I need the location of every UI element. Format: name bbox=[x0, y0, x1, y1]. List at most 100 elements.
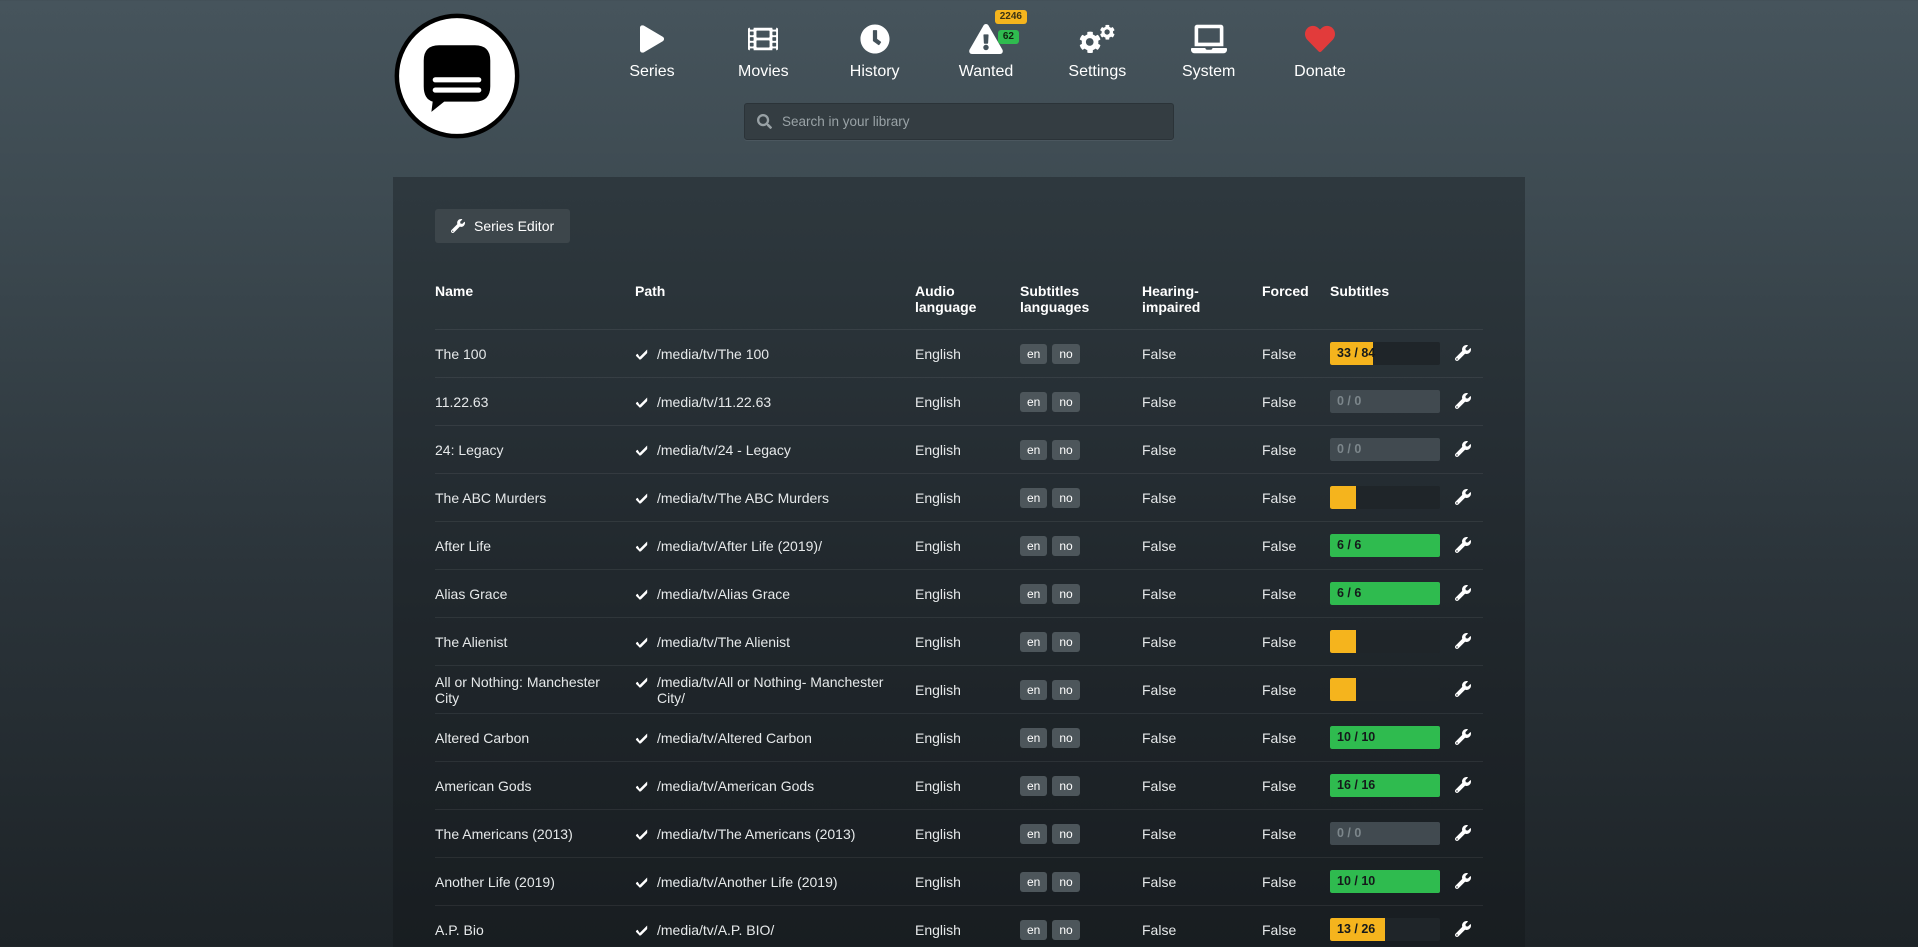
col-header-hearing-impaired: Hearing-impaired bbox=[1142, 283, 1262, 315]
hearing-impaired-value: False bbox=[1142, 778, 1262, 794]
language-badge: en bbox=[1020, 440, 1047, 460]
edit-series-button[interactable] bbox=[1453, 343, 1473, 363]
series-path: /media/tv/Altered Carbon bbox=[657, 730, 812, 746]
subtitles-progress-bar: 0 / 0 bbox=[1330, 390, 1440, 413]
wrench-icon bbox=[1455, 441, 1471, 457]
edit-series-button[interactable] bbox=[1453, 871, 1473, 891]
subtitle-languages: enno bbox=[1020, 680, 1142, 700]
wrench-icon bbox=[1455, 777, 1471, 793]
table-row: The ABC Murders /media/tv/The ABC Murder… bbox=[435, 474, 1483, 522]
forced-value: False bbox=[1262, 682, 1330, 698]
main-nav: Series Movies History 2246 62 Wanted bbox=[621, 22, 1351, 81]
search-bar bbox=[744, 103, 1174, 140]
language-badge: en bbox=[1020, 488, 1047, 508]
col-header-forced: Forced bbox=[1262, 283, 1330, 299]
table-row: Alias Grace /media/tv/Alias Grace Englis… bbox=[435, 570, 1483, 618]
series-name[interactable]: 11.22.63 bbox=[435, 394, 635, 410]
subtitle-languages: enno bbox=[1020, 632, 1142, 652]
table-row: American Gods /media/tv/American Gods En… bbox=[435, 762, 1483, 810]
wrench-icon bbox=[1455, 345, 1471, 361]
language-badge: no bbox=[1052, 872, 1079, 892]
series-path: /media/tv/11.22.63 bbox=[657, 394, 771, 410]
series-name[interactable]: American Gods bbox=[435, 778, 635, 794]
edit-series-button[interactable] bbox=[1453, 439, 1473, 459]
subtitles-progress-bar: 10 / 10 bbox=[1330, 870, 1440, 893]
subtitles-progress-bar: 10 / 10 bbox=[1330, 726, 1440, 749]
nav-settings[interactable]: Settings bbox=[1066, 22, 1128, 81]
nav-label-donate: Donate bbox=[1294, 63, 1346, 81]
progress-label: 0 / 0 bbox=[1337, 822, 1361, 845]
forced-value: False bbox=[1262, 490, 1330, 506]
edit-series-button[interactable] bbox=[1453, 679, 1473, 699]
check-icon bbox=[635, 493, 648, 506]
hearing-impaired-value: False bbox=[1142, 634, 1262, 650]
language-badge: en bbox=[1020, 824, 1047, 844]
nav-series[interactable]: Series bbox=[621, 22, 683, 81]
forced-value: False bbox=[1262, 442, 1330, 458]
edit-series-button[interactable] bbox=[1453, 775, 1473, 795]
series-name[interactable]: 24: Legacy bbox=[435, 442, 635, 458]
bazarr-logo-icon bbox=[393, 12, 521, 140]
language-badge: en bbox=[1020, 392, 1047, 412]
series-name[interactable]: A.P. Bio bbox=[435, 922, 635, 938]
audio-language: English bbox=[915, 586, 1020, 602]
series-editor-button[interactable]: Series Editor bbox=[435, 209, 570, 243]
nav-label-series: Series bbox=[629, 63, 674, 81]
check-icon bbox=[635, 677, 648, 690]
series-name[interactable]: The ABC Murders bbox=[435, 490, 635, 506]
progress-label: 16 / 16 bbox=[1337, 774, 1375, 797]
progress-fill bbox=[1330, 678, 1356, 701]
hearing-impaired-value: False bbox=[1142, 682, 1262, 698]
series-name[interactable]: Altered Carbon bbox=[435, 730, 635, 746]
search-input[interactable] bbox=[782, 114, 1161, 129]
series-name[interactable]: The Alienist bbox=[435, 634, 635, 650]
edit-series-button[interactable] bbox=[1453, 919, 1473, 939]
nav-donate[interactable]: Donate bbox=[1289, 22, 1351, 81]
edit-series-button[interactable] bbox=[1453, 391, 1473, 411]
progress-fill bbox=[1330, 630, 1356, 653]
series-name[interactable]: The Americans (2013) bbox=[435, 826, 635, 842]
edit-series-button[interactable] bbox=[1453, 631, 1473, 651]
nav-wanted[interactable]: 2246 62 Wanted bbox=[955, 22, 1017, 81]
series-name[interactable]: All or Nothing: Manchester City bbox=[435, 674, 635, 706]
series-name[interactable]: Alias Grace bbox=[435, 586, 635, 602]
table-row: After Life /media/tv/After Life (2019)/ … bbox=[435, 522, 1483, 570]
audio-language: English bbox=[915, 490, 1020, 506]
wrench-icon bbox=[1455, 729, 1471, 745]
film-icon bbox=[747, 22, 779, 56]
audio-language: English bbox=[915, 538, 1020, 554]
content-panel: Series Editor Name Path Audio language S… bbox=[393, 177, 1525, 947]
series-path: /media/tv/Another Life (2019) bbox=[657, 874, 838, 890]
table-row: All or Nothing: Manchester City /media/t… bbox=[435, 666, 1483, 714]
table-row: The Americans (2013) /media/tv/The Ameri… bbox=[435, 810, 1483, 858]
series-name[interactable]: The 100 bbox=[435, 346, 635, 362]
progress-fill bbox=[1330, 486, 1356, 509]
series-table: Name Path Audio language Subtitles langu… bbox=[435, 273, 1483, 947]
nav-movies[interactable]: Movies bbox=[732, 22, 794, 81]
wrench-icon bbox=[1455, 393, 1471, 409]
series-name[interactable]: Another Life (2019) bbox=[435, 874, 635, 890]
edit-series-button[interactable] bbox=[1453, 823, 1473, 843]
subtitle-languages: enno bbox=[1020, 728, 1142, 748]
forced-value: False bbox=[1262, 922, 1330, 938]
language-badge: en bbox=[1020, 728, 1047, 748]
app-logo[interactable] bbox=[393, 12, 521, 140]
nav-history[interactable]: History bbox=[844, 22, 906, 81]
table-row: Another Life (2019) /media/tv/Another Li… bbox=[435, 858, 1483, 906]
edit-series-button[interactable] bbox=[1453, 583, 1473, 603]
hearing-impaired-value: False bbox=[1142, 826, 1262, 842]
edit-series-button[interactable] bbox=[1453, 727, 1473, 747]
edit-series-button[interactable] bbox=[1453, 535, 1473, 555]
wrench-icon bbox=[451, 219, 465, 233]
subtitle-languages: enno bbox=[1020, 824, 1142, 844]
forced-value: False bbox=[1262, 586, 1330, 602]
language-badge: no bbox=[1052, 680, 1079, 700]
edit-series-button[interactable] bbox=[1453, 487, 1473, 507]
series-path: /media/tv/24 - Legacy bbox=[657, 442, 791, 458]
subtitle-languages: enno bbox=[1020, 584, 1142, 604]
series-name[interactable]: After Life bbox=[435, 538, 635, 554]
hearing-impaired-value: False bbox=[1142, 442, 1262, 458]
header: Series Movies History 2246 62 Wanted bbox=[0, 0, 1918, 177]
nav-system[interactable]: System bbox=[1178, 22, 1240, 81]
wanted-count-badge: 2246 bbox=[995, 10, 1027, 24]
